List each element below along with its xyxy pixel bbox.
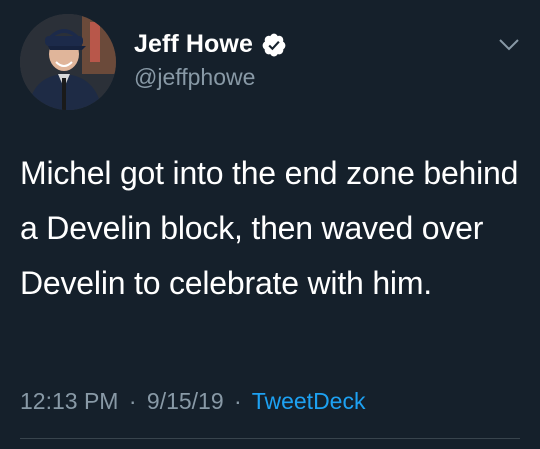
tweet-date[interactable]: 9/15/19 [147, 388, 224, 414]
divider [20, 438, 520, 439]
tweet-source-link[interactable]: TweetDeck [252, 388, 366, 414]
author-name[interactable]: Jeff Howe [134, 30, 253, 59]
tweet-text: Michel got into the end zone behind a De… [20, 155, 519, 301]
meta-separator: · [128, 388, 137, 414]
chevron-down-icon[interactable] [498, 38, 520, 52]
verified-badge-icon [261, 32, 287, 58]
avatar-image [20, 14, 116, 110]
meta-separator: · [234, 388, 242, 414]
tweet-time[interactable]: 12:13 PM [20, 388, 118, 414]
author-row: Jeff Howe [134, 30, 287, 59]
avatar[interactable] [20, 14, 116, 110]
author-handle[interactable]: @jeffphowe [134, 64, 255, 91]
tweet-meta: 12:13 PM · 9/15/19 · TweetDeck [20, 388, 365, 415]
tweet-card: Jeff Howe @jeffphowe Michel got into the… [0, 0, 540, 449]
